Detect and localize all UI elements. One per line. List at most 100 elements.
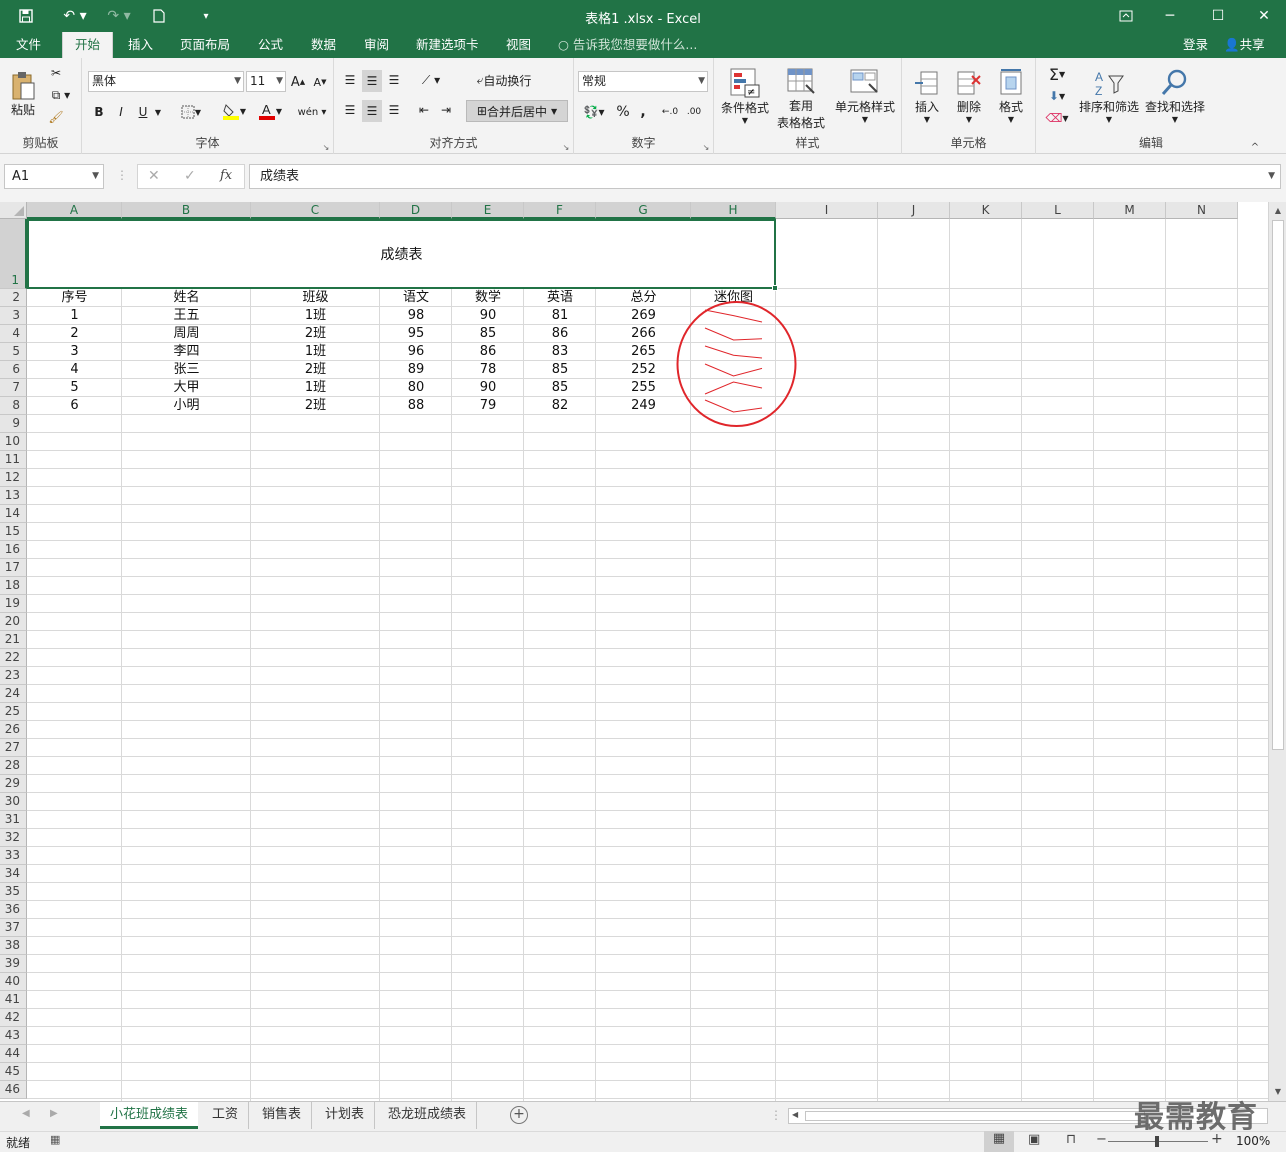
row-header[interactable]: 14: [0, 505, 27, 523]
row-header[interactable]: 26: [0, 721, 27, 739]
row-header[interactable]: 17: [0, 559, 27, 577]
row-header[interactable]: 27: [0, 739, 27, 757]
row-header[interactable]: 28: [0, 757, 27, 775]
row-header[interactable]: 34: [0, 865, 27, 883]
dialog-launcher-icon[interactable]: ↘: [561, 142, 571, 152]
data-cell[interactable]: 2: [27, 325, 122, 343]
scroll-up-icon[interactable]: ▲: [1271, 204, 1285, 218]
copy-icon[interactable]: ⧉ ▾: [46, 86, 76, 104]
column-header[interactable]: G: [596, 202, 691, 219]
row-header[interactable]: 37: [0, 919, 27, 937]
insert-cells-button[interactable]: 插入 ▼: [906, 64, 948, 128]
data-cell[interactable]: 85: [524, 379, 596, 397]
tab-insert[interactable]: 插入: [128, 32, 153, 58]
sheet-tab-xiaohua[interactable]: 小花班成绩表: [100, 1102, 199, 1129]
row-header[interactable]: 23: [0, 667, 27, 685]
underline-dropdown-icon[interactable]: ▼: [152, 102, 164, 122]
data-cell[interactable]: 张三: [122, 361, 251, 379]
align-center-icon[interactable]: ☰: [362, 100, 382, 122]
column-header[interactable]: F: [524, 202, 596, 219]
row-header[interactable]: 30: [0, 793, 27, 811]
percent-button[interactable]: %: [614, 102, 632, 122]
row-header[interactable]: 35: [0, 883, 27, 901]
grow-font-icon[interactable]: A ▲: [290, 72, 306, 92]
data-cell[interactable]: 266: [596, 325, 691, 343]
delete-cells-button[interactable]: 删除 ▼: [948, 64, 990, 128]
column-header[interactable]: D: [380, 202, 452, 219]
normal-view-icon[interactable]: ▦: [984, 1131, 1014, 1152]
row-header[interactable]: 16: [0, 541, 27, 559]
zoom-out-icon[interactable]: −: [1096, 1132, 1107, 1147]
next-sheet-icon[interactable]: ▶: [50, 1108, 58, 1119]
column-header[interactable]: L: [1022, 202, 1094, 219]
row-header[interactable]: 38: [0, 937, 27, 955]
data-cell[interactable]: 88: [380, 397, 452, 415]
paste-button[interactable]: 粘贴: [6, 64, 40, 124]
header-cell[interactable]: 英语: [524, 289, 596, 307]
header-cell[interactable]: 数学: [452, 289, 524, 307]
data-cell[interactable]: 小明: [122, 397, 251, 415]
data-cell[interactable]: 86: [524, 325, 596, 343]
select-all-corner[interactable]: [0, 202, 27, 219]
row-header[interactable]: 25: [0, 703, 27, 721]
close-icon[interactable]: ✕: [1250, 5, 1278, 27]
comma-button[interactable]: ,: [636, 102, 650, 122]
header-cell[interactable]: 序号: [27, 289, 122, 307]
data-cell[interactable]: 王五: [122, 307, 251, 325]
decrease-indent-icon[interactable]: ⇤: [414, 100, 434, 120]
sheet-tab-sales[interactable]: 销售表: [252, 1102, 313, 1129]
header-cell[interactable]: 班级: [251, 289, 380, 307]
data-cell[interactable]: 95: [380, 325, 452, 343]
column-header[interactable]: E: [452, 202, 524, 219]
page-break-view-icon[interactable]: ⊓: [1066, 1132, 1076, 1147]
expand-formula-icon[interactable]: ▼: [1268, 165, 1275, 188]
column-header[interactable]: M: [1094, 202, 1166, 219]
data-cell[interactable]: 5: [27, 379, 122, 397]
sort-filter-button[interactable]: AZ 排序和筛选 ▼: [1076, 64, 1142, 128]
fill-icon[interactable]: ⬇ ▼: [1042, 86, 1072, 106]
align-top-icon[interactable]: ☰: [340, 70, 360, 90]
orientation-icon[interactable]: ⟋ ▾: [416, 70, 446, 90]
wrap-text-button[interactable]: ⤶ 自动换行: [466, 70, 542, 90]
autosum-icon[interactable]: Σ ▼: [1042, 64, 1072, 84]
data-cell[interactable]: 98: [380, 307, 452, 325]
name-box[interactable]: A1 ▼: [4, 164, 104, 189]
data-cell[interactable]: 3: [27, 343, 122, 361]
login-link[interactable]: 登录: [1183, 32, 1208, 58]
row-header[interactable]: 3: [0, 307, 27, 325]
merge-center-button[interactable]: ⊞ 合并后居中 ▼: [466, 100, 568, 122]
format-as-table-button[interactable]: 套用 表格格式: [772, 64, 830, 134]
data-cell[interactable]: 1班: [251, 379, 380, 397]
maximize-icon[interactable]: ☐: [1204, 5, 1232, 27]
data-cell[interactable]: 249: [596, 397, 691, 415]
row-header[interactable]: 40: [0, 973, 27, 991]
collapse-ribbon-icon[interactable]: ^: [1250, 142, 1260, 153]
column-header[interactable]: I: [776, 202, 878, 219]
data-cell[interactable]: 1班: [251, 307, 380, 325]
row-header[interactable]: 19: [0, 595, 27, 613]
data-cell[interactable]: 86: [452, 343, 524, 361]
row-header[interactable]: 5: [0, 343, 27, 361]
zoom-level[interactable]: 100%: [1236, 1134, 1270, 1148]
row-header[interactable]: 8: [0, 397, 27, 415]
data-cell[interactable]: 85: [452, 325, 524, 343]
data-cell[interactable]: 82: [524, 397, 596, 415]
sheet-tab-konglong[interactable]: 恐龙班成绩表: [378, 1102, 478, 1129]
sheet-title-cell[interactable]: 成绩表: [27, 219, 776, 289]
increase-indent-icon[interactable]: ⇥: [436, 100, 456, 120]
data-cell[interactable]: 2班: [251, 325, 380, 343]
tell-me-search[interactable]: ○ 告诉我您想要做什么...: [558, 32, 697, 58]
find-select-button[interactable]: 查找和选择 ▼: [1142, 64, 1208, 128]
data-cell[interactable]: 李四: [122, 343, 251, 361]
row-header[interactable]: 13: [0, 487, 27, 505]
format-cells-button[interactable]: 格式 ▼: [990, 64, 1032, 128]
tab-splitter-icon[interactable]: ⋮: [770, 1108, 782, 1122]
row-header[interactable]: 18: [0, 577, 27, 595]
tab-home[interactable]: 开始: [62, 32, 114, 58]
zoom-slider-thumb[interactable]: [1155, 1136, 1159, 1147]
tab-file[interactable]: 文件: [16, 32, 41, 58]
row-header[interactable]: 29: [0, 775, 27, 793]
conditional-format-button[interactable]: ≠ 条件格式 ▼: [718, 64, 772, 128]
row-header[interactable]: 31: [0, 811, 27, 829]
dialog-launcher-icon[interactable]: ↘: [321, 142, 331, 152]
